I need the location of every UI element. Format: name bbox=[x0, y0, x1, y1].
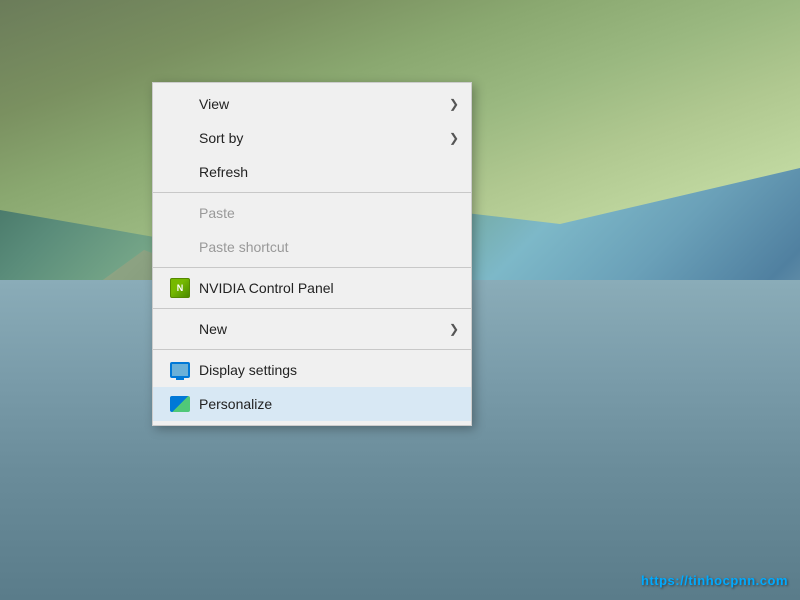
nvidia-label: NVIDIA Control Panel bbox=[199, 280, 455, 296]
paste-shortcut-icon bbox=[169, 236, 191, 258]
menu-item-personalize[interactable]: Personalize bbox=[153, 387, 471, 421]
display-settings-icon bbox=[169, 359, 191, 381]
paste-label: Paste bbox=[199, 205, 455, 221]
menu-item-nvidia[interactable]: N NVIDIA Control Panel bbox=[153, 271, 471, 305]
view-icon bbox=[169, 93, 191, 115]
menu-item-refresh[interactable]: Refresh bbox=[153, 155, 471, 189]
separator-1 bbox=[153, 192, 471, 193]
context-menu: View ❯ Sort by ❯ Refresh Paste Paste sho… bbox=[152, 82, 472, 426]
separator-2 bbox=[153, 267, 471, 268]
view-label: View bbox=[199, 96, 455, 112]
sort-by-chevron: ❯ bbox=[449, 131, 459, 145]
new-icon bbox=[169, 318, 191, 340]
paste-shortcut-label: Paste shortcut bbox=[199, 239, 455, 255]
menu-item-display-settings[interactable]: Display settings bbox=[153, 353, 471, 387]
menu-item-view[interactable]: View ❯ bbox=[153, 87, 471, 121]
personalize-label: Personalize bbox=[199, 396, 455, 412]
menu-item-paste-shortcut[interactable]: Paste shortcut bbox=[153, 230, 471, 264]
refresh-label: Refresh bbox=[199, 164, 455, 180]
paste-icon bbox=[169, 202, 191, 224]
new-label: New bbox=[199, 321, 455, 337]
watermark: https://tinhocpnn.com bbox=[641, 573, 788, 588]
view-chevron: ❯ bbox=[449, 97, 459, 111]
menu-item-paste[interactable]: Paste bbox=[153, 196, 471, 230]
refresh-icon bbox=[169, 161, 191, 183]
display-settings-label: Display settings bbox=[199, 362, 455, 378]
nvidia-icon: N bbox=[169, 277, 191, 299]
separator-3 bbox=[153, 308, 471, 309]
menu-item-sort-by[interactable]: Sort by ❯ bbox=[153, 121, 471, 155]
menu-item-new[interactable]: New ❯ bbox=[153, 312, 471, 346]
new-chevron: ❯ bbox=[449, 322, 459, 336]
personalize-icon bbox=[169, 393, 191, 415]
separator-4 bbox=[153, 349, 471, 350]
sort-by-icon bbox=[169, 127, 191, 149]
sort-by-label: Sort by bbox=[199, 130, 455, 146]
